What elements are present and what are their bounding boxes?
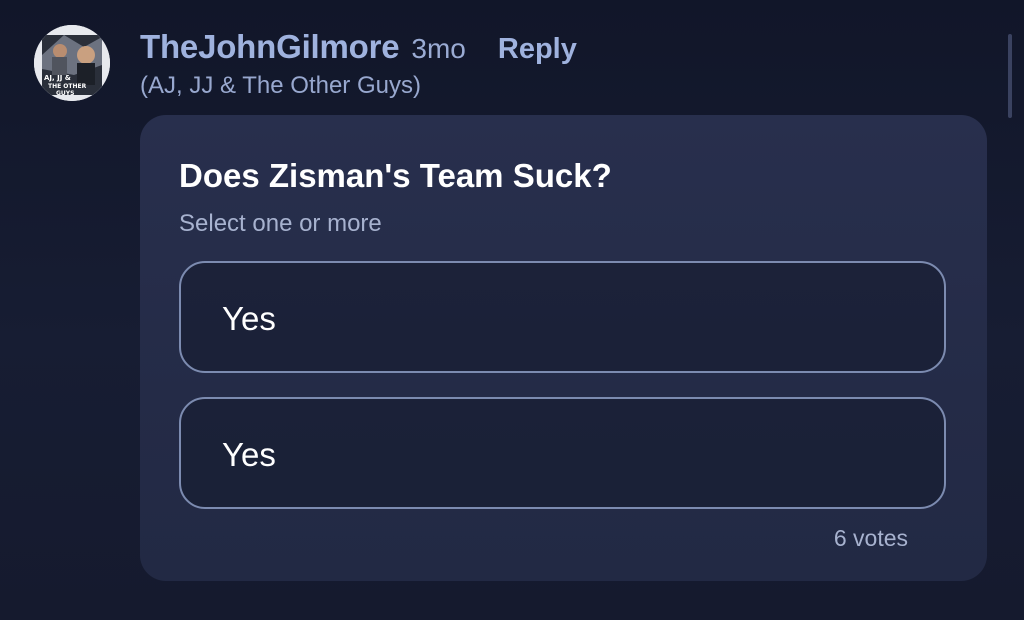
poll-option-label: Yes xyxy=(222,436,276,473)
comment-thread: AJ, JJ & THE OTHER GUYS TheJohnGilmore 3… xyxy=(0,0,1024,620)
vote-count: 6 votes xyxy=(833,525,908,551)
svg-text:THE OTHER: THE OTHER xyxy=(48,83,87,90)
group-name: (AJ, JJ & The Other Guys) xyxy=(140,72,421,99)
comment-meta-row: TheJohnGilmore 3mo Reply xyxy=(140,28,577,66)
poll-option-label: Yes xyxy=(222,300,276,337)
svg-text:GUYS: GUYS xyxy=(56,90,74,97)
avatar[interactable]: AJ, JJ & THE OTHER GUYS xyxy=(34,25,110,101)
poll-option[interactable]: Yes xyxy=(179,261,946,373)
scrollbar[interactable] xyxy=(1008,34,1012,118)
poll-question: Does Zisman's Team Suck? xyxy=(179,157,612,194)
comment-header: TheJohnGilmore 3mo Reply (AJ, JJ & The O… xyxy=(140,28,577,100)
svg-text:AJ, JJ &: AJ, JJ & xyxy=(44,74,71,82)
poll-card: Does Zisman's Team Suck? Select one or m… xyxy=(140,115,987,581)
author-name[interactable]: TheJohnGilmore xyxy=(140,28,400,66)
timestamp: 3mo xyxy=(411,33,466,64)
poll-option[interactable]: Yes xyxy=(179,397,946,509)
avatar-image-icon: AJ, JJ & THE OTHER GUYS xyxy=(34,25,110,101)
reply-button[interactable]: Reply xyxy=(498,33,577,66)
poll-instruction: Select one or more xyxy=(179,210,382,237)
